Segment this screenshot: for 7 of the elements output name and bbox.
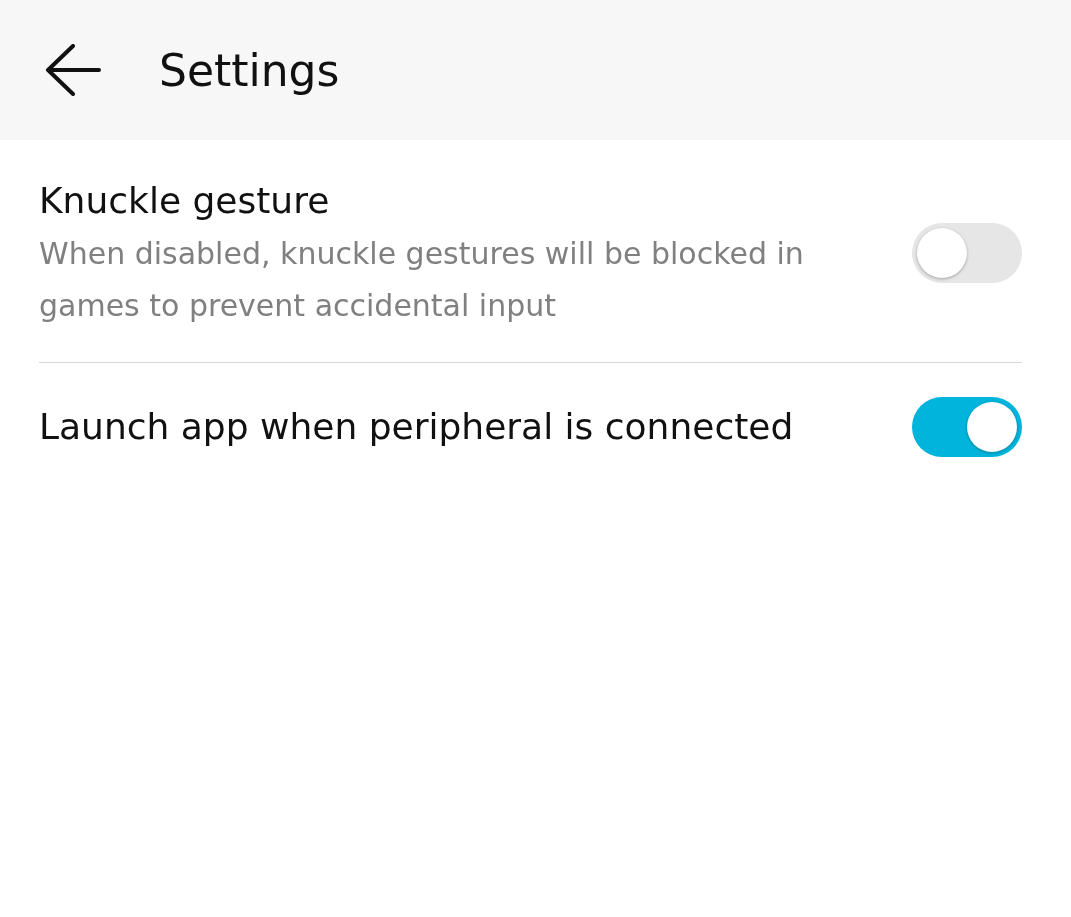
setting-title: Knuckle gesture bbox=[39, 179, 331, 223]
toggle-switch[interactable] bbox=[912, 397, 1022, 457]
setting-description: When disabled, knuckle gestures will be blocked in games to prevent accidental input bbox=[39, 235, 805, 325]
toggle-switch[interactable] bbox=[912, 223, 1022, 283]
setting-title: Launch app when peripheral is connected bbox=[39, 405, 795, 449]
back-arrow-icon[interactable] bbox=[45, 44, 101, 96]
page-title: Settings bbox=[159, 44, 340, 96]
